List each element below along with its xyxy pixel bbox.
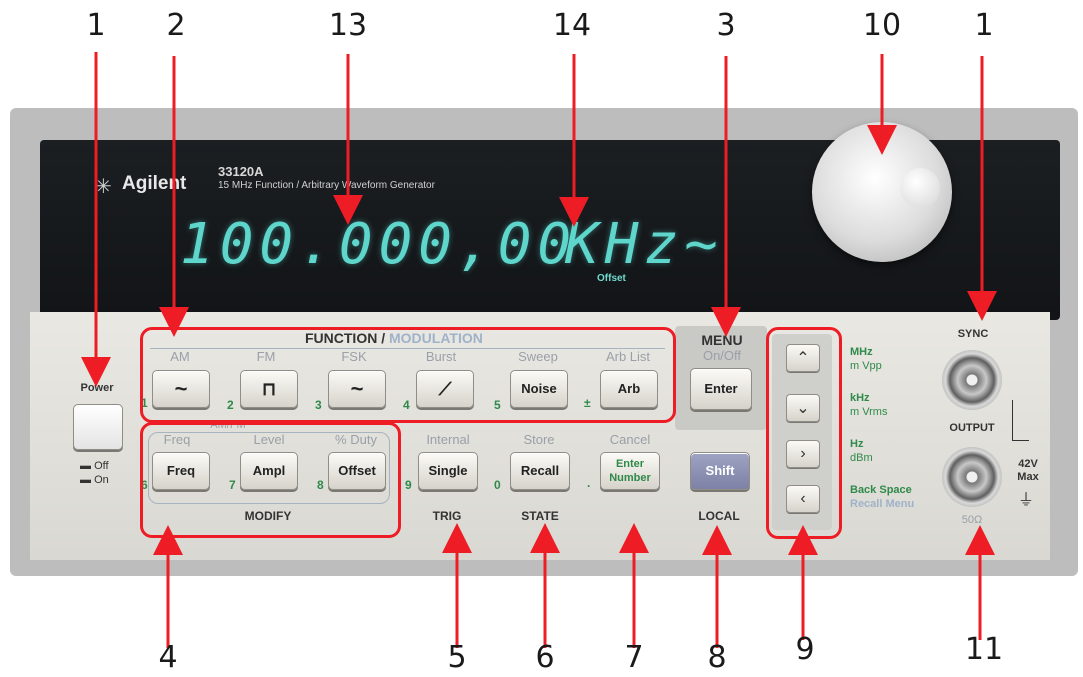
callout-7: 7 xyxy=(624,640,644,675)
callout-9: 9 xyxy=(795,632,815,667)
callout-14: 14 xyxy=(552,8,592,43)
callout-8: 8 xyxy=(707,640,727,675)
callout-11: 11 xyxy=(964,632,1004,667)
callout-3: 3 xyxy=(716,8,736,43)
callout-6: 6 xyxy=(535,640,555,675)
callout-4: 4 xyxy=(158,640,178,675)
callout-2: 2 xyxy=(166,8,186,43)
callout-13: 13 xyxy=(328,8,368,43)
callout-1: 1 xyxy=(86,8,106,43)
callout-10: 10 xyxy=(862,8,902,43)
callout-11-top: 1 xyxy=(974,8,994,43)
annotation-arrows xyxy=(81,52,997,648)
callout-5: 5 xyxy=(447,640,467,675)
